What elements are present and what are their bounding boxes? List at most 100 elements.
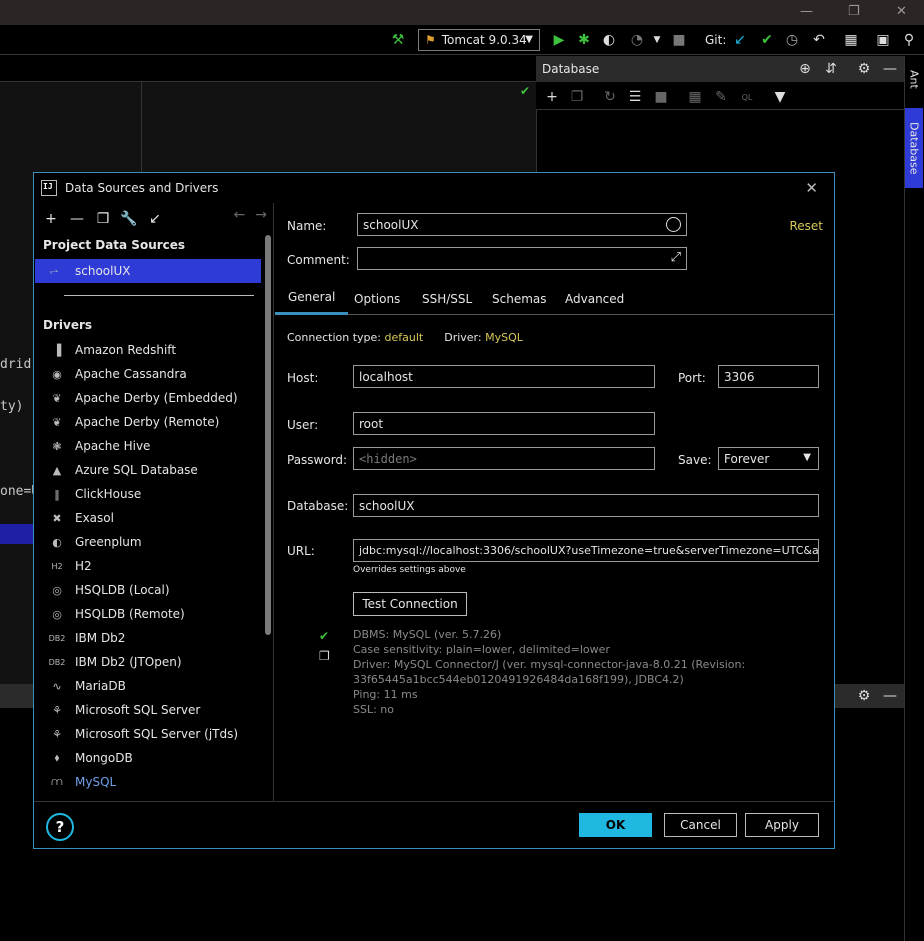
- save-select[interactable]: Forever ▼: [718, 447, 819, 470]
- driver-label: Apache Derby (Embedded): [75, 391, 238, 405]
- port-input[interactable]: 3306: [718, 365, 819, 388]
- driver-item[interactable]: ❃ Apache Hive: [35, 434, 261, 458]
- rollback-icon[interactable]: ↶: [810, 31, 828, 49]
- apply-button[interactable]: Apply: [745, 813, 819, 837]
- dialog-title: Data Sources and Drivers: [65, 181, 219, 195]
- add-icon[interactable]: +: [543, 88, 561, 106]
- project-structure-icon[interactable]: ▦: [842, 31, 860, 49]
- url-value: jdbc:mysql://localhost:3306/schoolUX?use…: [359, 544, 819, 557]
- copy-icon[interactable]: ❐: [568, 88, 586, 106]
- sql-icon[interactable]: QL: [738, 88, 756, 106]
- cancel-button[interactable]: Cancel: [664, 813, 737, 837]
- driver-label: MongoDB: [75, 751, 133, 765]
- bottom-gear-icon[interactable]: ⚙: [855, 687, 873, 705]
- tab-ssh-ssl[interactable]: SSH/SSL: [409, 282, 485, 315]
- driver-label: Microsoft SQL Server (jTds): [75, 727, 239, 741]
- duplicate-icon[interactable]: ❐: [94, 210, 112, 228]
- add-icon[interactable]: +: [42, 210, 60, 228]
- back-arrow-icon[interactable]: ←: [234, 207, 246, 223]
- collapse-icon[interactable]: ⇵: [822, 60, 840, 78]
- run-icon[interactable]: ▶: [550, 31, 568, 49]
- database-input[interactable]: schoolUX: [353, 494, 819, 517]
- color-circle-icon[interactable]: [666, 217, 681, 232]
- tab-general[interactable]: General: [275, 282, 349, 315]
- git-update-icon[interactable]: ↙: [731, 31, 749, 49]
- comment-input[interactable]: ⤢: [357, 247, 687, 270]
- hide-panel-icon[interactable]: —: [881, 60, 899, 78]
- save-value: Forever: [724, 451, 770, 466]
- edit-icon[interactable]: ✎: [712, 88, 730, 106]
- schema-icon[interactable]: ☰: [626, 88, 644, 106]
- driver-item[interactable]: DB2 IBM Db2: [35, 626, 261, 650]
- driver-value[interactable]: MySQL: [485, 331, 523, 344]
- layout-icon[interactable]: ▣: [874, 31, 892, 49]
- user-input[interactable]: root: [353, 412, 655, 435]
- driver-item[interactable]: ◎ HSQLDB (Local): [35, 578, 261, 602]
- close-icon[interactable]: ✕: [805, 179, 818, 197]
- driver-label: H2: [75, 559, 92, 573]
- data-source-item[interactable]: ⥋ schoolUX: [35, 259, 261, 283]
- driver-item[interactable]: ∿ MariaDB: [35, 674, 261, 698]
- stop-db-icon[interactable]: ■: [652, 88, 670, 106]
- debug-icon[interactable]: ✱: [575, 31, 593, 49]
- scrollbar-thumb[interactable]: [265, 235, 271, 635]
- remove-icon[interactable]: —: [68, 210, 86, 228]
- coverage-icon[interactable]: ◐: [600, 31, 618, 49]
- close-window-icon[interactable]: ✕: [896, 4, 907, 19]
- reset-link[interactable]: Reset: [789, 219, 823, 233]
- filter-icon[interactable]: ▼: [771, 88, 789, 106]
- refresh-icon[interactable]: ↻: [601, 88, 619, 106]
- driver-item[interactable]: DB2 IBM Db2 (JTOpen): [35, 650, 261, 674]
- driver-item[interactable]: ◉ Apache Cassandra: [35, 362, 261, 386]
- bottom-hide-icon[interactable]: —: [881, 687, 899, 705]
- host-input[interactable]: localhost: [353, 365, 655, 388]
- password-input[interactable]: <hidden>: [353, 447, 655, 470]
- derby-icon: ❦: [52, 415, 62, 429]
- tab-schemas[interactable]: Schemas: [479, 282, 560, 315]
- help-button[interactable]: ?: [46, 813, 74, 841]
- driver-item[interactable]: ◐ Greenplum: [35, 530, 261, 554]
- restore-icon[interactable]: ❐: [848, 4, 860, 19]
- build-hammer-icon[interactable]: ⚒: [389, 31, 407, 49]
- driver-item[interactable]: ❦ Apache Derby (Remote): [35, 410, 261, 434]
- more-run-chevron-icon[interactable]: ▼: [648, 31, 666, 49]
- history-icon[interactable]: ◷: [783, 31, 801, 49]
- driver-item[interactable]: ❦ Apache Derby (Embedded): [35, 386, 261, 410]
- run-config-dropdown[interactable]: ⚑ Tomcat 9.0.34 ▼: [418, 29, 540, 51]
- gear-icon[interactable]: ⚙: [855, 60, 873, 78]
- expand-icon[interactable]: ⤢: [671, 250, 681, 265]
- table-icon[interactable]: ▦: [686, 88, 704, 106]
- copy-status-icon[interactable]: ❐: [319, 649, 330, 663]
- test-connection-button[interactable]: Test Connection: [353, 592, 467, 616]
- database-tab[interactable]: Database: [905, 108, 923, 188]
- ant-tab[interactable]: Ant: [905, 60, 923, 98]
- driver-item[interactable]: ✖ Exasol: [35, 506, 261, 530]
- driver-item[interactable]: ⚘ Microsoft SQL Server (jTds): [35, 722, 261, 746]
- name-input[interactable]: schoolUX: [357, 213, 687, 236]
- driver-item[interactable]: ‖ ClickHouse: [35, 482, 261, 506]
- crosshair-icon[interactable]: ⊕: [796, 60, 814, 78]
- wrench-icon[interactable]: 🔧: [120, 210, 138, 228]
- git-commit-icon[interactable]: ✔: [758, 31, 776, 49]
- user-value: root: [359, 416, 384, 431]
- driver-item[interactable]: ▐ Amazon Redshift: [35, 338, 261, 362]
- tab-advanced[interactable]: Advanced: [552, 282, 637, 315]
- url-input[interactable]: jdbc:mysql://localhost:3306/schoolUX?use…: [353, 539, 819, 562]
- driver-item[interactable]: H2 H2: [35, 554, 261, 578]
- make-global-icon[interactable]: ↙: [146, 210, 164, 228]
- minimize-icon[interactable]: —: [800, 4, 813, 19]
- git-label: Git:: [705, 33, 727, 47]
- driver-item[interactable]: ⚘ Microsoft SQL Server: [35, 698, 261, 722]
- ok-button[interactable]: OK: [579, 813, 652, 837]
- driver-label: MariaDB: [75, 679, 126, 693]
- driver-item[interactable]: ▲ Azure SQL Database: [35, 458, 261, 482]
- driver-item[interactable]: ⬧ MongoDB: [35, 746, 261, 770]
- profile-icon[interactable]: ◔: [628, 31, 646, 49]
- driver-item[interactable]: ◎ HSQLDB (Remote): [35, 602, 261, 626]
- stop-icon[interactable]: ■: [670, 31, 688, 49]
- connection-type-value[interactable]: default: [385, 331, 424, 344]
- driver-item[interactable]: ⩋ MySQL: [35, 770, 261, 794]
- tab-options[interactable]: Options: [341, 282, 413, 315]
- search-everywhere-icon[interactable]: ⚲: [900, 31, 918, 49]
- forward-arrow-icon[interactable]: →: [255, 207, 267, 223]
